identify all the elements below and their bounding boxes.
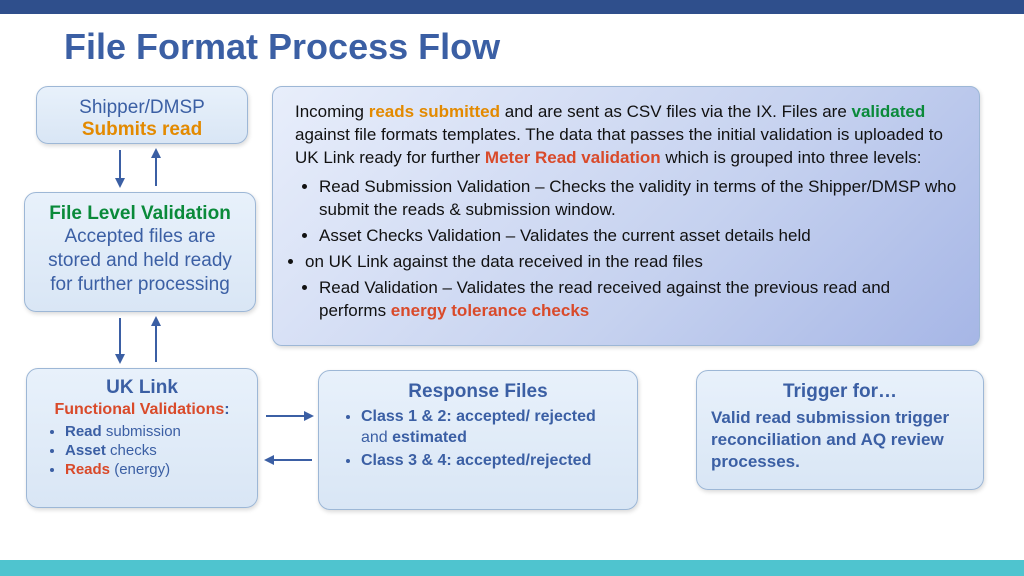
info-bullets: Read Submission Validation – Checks the … [295,176,959,323]
meter-read-validation: Meter Read validation [485,148,661,167]
reads-submitted: reads submitted [369,102,500,121]
validation-list: Read submission Asset checks Reads (ener… [41,423,243,478]
submits-read-label: Submits read [51,119,233,141]
list-item: on UK Link against the data received in … [305,251,959,274]
list-item: Asset checks [65,442,243,459]
response-list: Class 1 & 2: accepted/ rejected and esti… [333,407,623,471]
page-title: File Format Process Flow [0,14,1024,76]
file-level-validation-label: File Level Validation [39,203,241,225]
functional-validations-label: Functional Validations: [41,401,243,419]
info-paragraph: Incoming reads submitted and are sent as… [295,101,959,170]
list-item: Class 3 & 4: accepted/rejected [361,451,623,472]
box-shipper: Shipper/DMSP Submits read [36,86,248,144]
asset-rest: checks [106,442,157,459]
box-uk-link: UK Link Functional Validations: Read sub… [26,368,258,508]
bottom-bar [0,560,1024,576]
reads-paren: (energy) [114,461,170,478]
list-item: Read Submission Validation – Checks the … [319,176,959,222]
arrow-down-icon [112,316,128,369]
info-text: Incoming [295,102,369,121]
read-bold: Read [65,423,102,440]
rf-1b2: estimated [388,429,467,446]
list-item: Asset Checks Validation – Validates the … [319,225,959,248]
info-text: which is grouped into three levels: [661,148,922,167]
trigger-body: Valid read submission trigger reconcilia… [711,407,969,473]
arrow-up-icon [148,148,164,193]
rf-1n: and [361,429,388,446]
fv-colon: : [224,401,229,418]
uk-link-label: UK Link [41,377,243,399]
arrow-up-icon [148,316,164,369]
list-item: Reads (energy) [65,461,243,478]
asset-bold: Asset [65,442,106,459]
box-info: Incoming reads submitted and are sent as… [272,86,980,346]
top-bar [0,0,1024,14]
rf-1b: Class 1 & 2: accepted/ rejected [361,408,596,425]
reads-red: Reads [65,461,114,478]
shipper-label: Shipper/DMSP [51,97,233,119]
response-files-label: Response Files [333,381,623,403]
list-item: Read submission [65,423,243,440]
box-file-level-validation: File Level Validation Accepted files are… [24,192,256,312]
file-level-validation-body: Accepted files are stored and held ready… [39,225,241,296]
list-item: Class 1 & 2: accepted/ rejected and esti… [361,407,623,449]
info-text: and are sent as CSV files via the IX. Fi… [500,102,852,121]
box-trigger: Trigger for… Valid read submission trigg… [696,370,984,490]
validated: validated [852,102,926,121]
box-response-files: Response Files Class 1 & 2: accepted/ re… [318,370,638,510]
arrow-left-icon [264,452,314,473]
read-rest: submission [102,423,181,440]
arrow-down-icon [112,148,128,193]
arrow-right-icon [264,408,314,429]
fv-text: Functional Validations [54,401,224,418]
trigger-label: Trigger for… [711,381,969,403]
slide-canvas: File Format Process Flow Shipper/DMSP Su… [0,0,1024,576]
list-item: Read Validation – Validates the read rec… [319,277,959,323]
energy-tolerance: energy tolerance checks [391,301,589,320]
